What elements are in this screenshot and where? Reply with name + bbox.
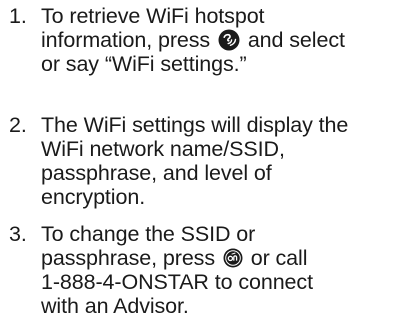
step-line: 1-888-4-ONSTAR to connect — [41, 270, 313, 294]
step-text: The WiFi settings will display the WiFi … — [41, 113, 393, 209]
step-text: To retrieve WiFi hotspot information, pr… — [41, 4, 393, 76]
step-line: passphrase, press or call — [41, 246, 393, 270]
step-line: with an Advisor. — [41, 294, 189, 318]
onstar-button-icon — [223, 248, 243, 268]
step-line: information, press and select — [41, 28, 393, 52]
step-line: WiFi network name/SSID, — [41, 137, 285, 161]
step-line: or say “WiFi settings.” — [41, 52, 247, 76]
step-text-fragment: passphrase, press — [41, 246, 215, 270]
step-text-fragment: or call — [250, 246, 308, 270]
step-line: To retrieve WiFi hotspot — [41, 4, 265, 28]
step-line: passphrase, and level of — [41, 161, 272, 185]
step-text: To change the SSID or passphrase, press … — [41, 222, 393, 318]
step-number: 2. — [9, 113, 27, 137]
step-text-fragment: information, press — [41, 28, 211, 52]
step-number: 1. — [9, 4, 27, 28]
step-number: 3. — [9, 222, 27, 246]
step-text-fragment: and select — [247, 28, 345, 52]
instruction-page: 1. To retrieve WiFi hotspot information,… — [0, 0, 400, 332]
step-line: encryption. — [41, 185, 146, 209]
step-line: The WiFi settings will display the — [41, 113, 349, 137]
step-line: To change the SSID or — [41, 222, 256, 246]
voice-command-icon — [218, 29, 240, 51]
